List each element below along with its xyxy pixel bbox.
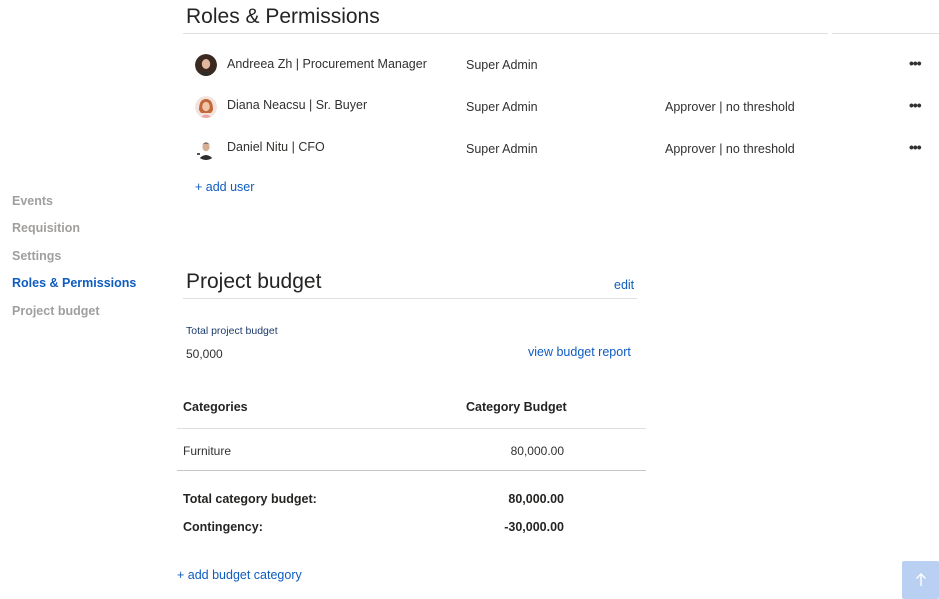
avatar-diana — [195, 96, 217, 118]
view-budget-report-link[interactable]: view budget report — [528, 345, 631, 359]
table-header-divider — [177, 428, 646, 429]
nav-item-project-budget[interactable]: Project budget — [12, 304, 100, 318]
user-role: Super Admin — [466, 142, 538, 156]
user-name: Diana Neacsu | Sr. Buyer — [227, 98, 368, 112]
category-budget-value: 80,000.00 — [510, 444, 564, 458]
total-budget-label: Total project budget — [186, 325, 278, 337]
user-name: Daniel Nitu | CFO — [227, 140, 325, 154]
user-role: Super Admin — [466, 100, 538, 114]
nav-item-requisition[interactable]: Requisition — [12, 221, 80, 235]
add-budget-category-link[interactable]: + add budget category — [177, 568, 302, 582]
add-user-link[interactable]: + add user — [195, 180, 254, 194]
nav-item-events[interactable]: Events — [12, 194, 53, 208]
nav-item-settings[interactable]: Settings — [12, 249, 61, 263]
budget-divider — [183, 298, 637, 299]
arrow-up-icon — [915, 573, 926, 586]
nav-item-roles-permissions[interactable]: Roles & Permissions — [12, 276, 136, 290]
total-category-budget-value: 80,000.00 — [508, 492, 564, 506]
avatar-daniel — [195, 138, 217, 160]
contingency-label: Contingency: — [183, 520, 263, 534]
edit-budget-link[interactable]: edit — [614, 278, 634, 292]
scroll-to-top-button[interactable] — [902, 561, 939, 599]
total-category-budget-label: Total category budget: — [183, 492, 317, 506]
roles-divider-right — [832, 33, 939, 34]
category-name: Furniture — [183, 444, 232, 458]
user-more-button[interactable]: ••• — [909, 55, 922, 71]
total-budget-value: 50,000 — [186, 347, 223, 361]
user-approval: Approver | no threshold — [665, 142, 795, 156]
avatar-red-hair-icon — [195, 96, 217, 118]
roles-section-title: Roles & Permissions — [186, 5, 380, 28]
user-approval: Approver | no threshold — [665, 100, 795, 114]
table-header-category-budget: Category Budget — [466, 400, 567, 414]
avatar-man-icon — [195, 138, 217, 160]
user-name: Andreea Zh | Procurement Manager — [227, 57, 427, 71]
budget-section-title: Project budget — [186, 270, 322, 293]
user-more-button[interactable]: ••• — [909, 97, 922, 113]
roles-divider — [183, 33, 828, 34]
contingency-value: -30,000.00 — [504, 520, 564, 534]
user-more-button[interactable]: ••• — [909, 139, 922, 155]
avatar-dark-hair-icon — [195, 54, 217, 76]
user-role: Super Admin — [466, 58, 538, 72]
avatar-andreea — [195, 54, 217, 76]
table-header-categories: Categories — [183, 400, 248, 414]
table-footer-divider — [177, 470, 646, 471]
